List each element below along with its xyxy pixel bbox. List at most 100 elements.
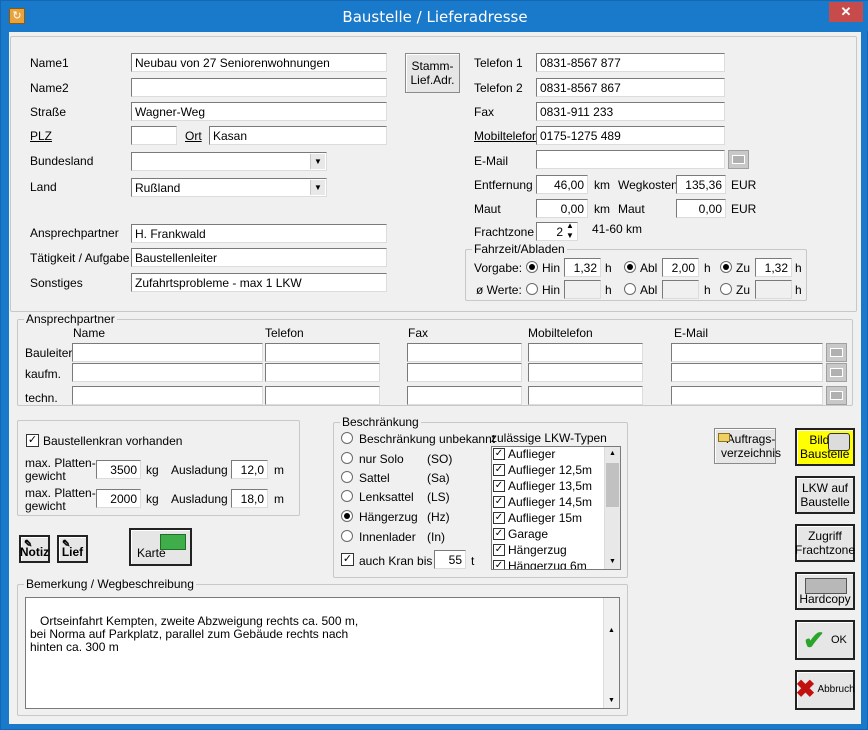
ok-button[interactable]: ✔ OK xyxy=(795,620,855,660)
wegkosten-field[interactable]: 135,36 xyxy=(676,175,726,194)
lkw-type-item[interactable]: ✓ Auflieger 12,5m xyxy=(492,463,620,479)
bauleiter-name-field[interactable] xyxy=(72,343,263,362)
ansprech-field[interactable]: H. Frankwald xyxy=(131,224,387,243)
lkw-checkbox[interactable]: ✓ xyxy=(493,464,505,476)
lkw-type-item[interactable]: ✓ Auflieger 14,5m xyxy=(492,495,620,511)
lkw-list-scrollbar[interactable]: ▲ ▼ xyxy=(604,447,620,569)
stamm-lief-adr-button[interactable]: Stamm- Lief.Adr. xyxy=(405,53,460,93)
lkw-checkbox[interactable]: ✓ xyxy=(493,448,505,460)
bilder-baustelle-button[interactable]: Bilder Baustelle xyxy=(795,428,855,466)
strasse-field[interactable]: Wagner-Weg xyxy=(131,102,387,121)
maut-eur-field[interactable]: 0,00 xyxy=(676,199,726,218)
scroll-up-icon[interactable]: ▲ xyxy=(604,624,619,638)
werte-zu-radio[interactable] xyxy=(720,283,732,295)
abbruch-button[interactable]: ✖ Abbruch xyxy=(795,670,855,710)
techn-name-field[interactable] xyxy=(72,386,263,405)
karte-button[interactable]: Karte xyxy=(129,528,192,566)
werte-hin-radio[interactable] xyxy=(526,283,538,295)
bauleiter-email-field[interactable] xyxy=(671,343,823,362)
zugriff-frachtzone-button[interactable]: Zugriff Frachtzone xyxy=(795,524,855,562)
vorgabe-abl-radio[interactable] xyxy=(624,261,636,273)
max-gewicht-2-field[interactable]: 2000 xyxy=(96,489,141,508)
email-field[interactable] xyxy=(536,150,725,169)
sattel-radio[interactable] xyxy=(341,471,353,483)
name1-field[interactable]: Neubau von 27 Seniorenwohnungen xyxy=(131,53,387,72)
bauleiter-mobil-field[interactable] xyxy=(528,343,643,362)
auftragsverzeichnis-button[interactable]: Auftrags- verzeichnis xyxy=(714,428,781,464)
techn-telefon-field[interactable] xyxy=(265,386,380,405)
techn-mail-button[interactable] xyxy=(826,386,847,405)
ausladung-1-field[interactable]: 12,0 xyxy=(231,460,268,479)
lkw-type-item[interactable]: ✓ Hängerzug 6m xyxy=(492,559,620,569)
bauleiter-mail-button[interactable] xyxy=(826,343,847,362)
bundesland-select[interactable]: ▼ xyxy=(131,152,327,171)
notiz-button[interactable]: ✎ Notiz xyxy=(19,535,50,563)
scroll-thumb[interactable] xyxy=(606,463,619,507)
kaufm-mail-button[interactable] xyxy=(826,363,847,382)
lief-button[interactable]: ✎ Lief xyxy=(57,535,88,563)
lkw-checkbox[interactable]: ✓ xyxy=(493,544,505,556)
techn-mobil-field[interactable] xyxy=(528,386,643,405)
chevron-down-icon[interactable]: ▼ xyxy=(310,154,325,169)
vorgabe-zu-radio[interactable] xyxy=(720,261,732,273)
lkw-type-item[interactable]: ✓ Garage xyxy=(492,527,620,543)
haengerzug-radio[interactable] xyxy=(341,510,353,522)
lkw-type-item[interactable]: ✓ Auflieger xyxy=(492,447,620,463)
lkw-type-item[interactable]: ✓ Auflieger 13,5m xyxy=(492,479,620,495)
tel2-field[interactable]: 0831-8567 867 xyxy=(536,78,725,97)
mobil-field[interactable]: 0175-1275 489 xyxy=(536,126,725,145)
entfernung-field[interactable]: 46,00 xyxy=(536,175,588,194)
sonstiges-field[interactable]: Zufahrtsprobleme - max 1 LKW xyxy=(131,273,387,292)
werte-abl-radio[interactable] xyxy=(624,283,636,295)
ort-field[interactable]: Kasan xyxy=(209,126,387,145)
bauleiter-telefon-field[interactable] xyxy=(265,343,380,362)
lkw-checkbox[interactable]: ✓ xyxy=(493,528,505,540)
kaufm-email-field[interactable] xyxy=(671,363,823,382)
taetigkeit-field[interactable]: Baustellenleiter xyxy=(131,248,387,267)
ausladung-2-field[interactable]: 18,0 xyxy=(231,489,268,508)
scroll-down-icon[interactable]: ▼ xyxy=(604,694,619,708)
kaufm-mobil-field[interactable] xyxy=(528,363,643,382)
spin-arrows-icon[interactable]: ▲ ▼ xyxy=(566,221,574,241)
name2-field[interactable] xyxy=(131,78,387,97)
bauleiter-fax-field[interactable] xyxy=(407,343,522,362)
lkw-checkbox[interactable]: ✓ xyxy=(493,560,505,569)
kaufm-telefon-field[interactable] xyxy=(265,363,380,382)
techn-fax-field[interactable] xyxy=(407,386,522,405)
kaufm-name-field[interactable] xyxy=(72,363,263,382)
chevron-down-icon[interactable]: ▼ xyxy=(310,180,325,195)
bemerkung-textarea[interactable]: Ortseinfahrt Kempten, zweite Abzweigung … xyxy=(25,597,620,709)
solo-radio[interactable] xyxy=(341,452,353,464)
baustellenkran-checkbox[interactable]: ✓ xyxy=(26,434,39,447)
innenlader-radio[interactable] xyxy=(341,530,353,542)
techn-email-field[interactable] xyxy=(671,386,823,405)
auch-kran-checkbox[interactable]: ✓ xyxy=(341,553,354,566)
lkw-checkbox[interactable]: ✓ xyxy=(493,496,505,508)
hardcopy-button[interactable]: Hardcopy xyxy=(795,572,855,610)
scroll-down-icon[interactable]: ▼ xyxy=(605,555,620,569)
lenksattel-radio[interactable] xyxy=(341,490,353,502)
lkw-checkbox[interactable]: ✓ xyxy=(493,512,505,524)
land-select[interactable]: Rußland ▼ xyxy=(131,178,327,197)
vorgabe-zu-field[interactable]: 1,32 xyxy=(755,258,792,277)
vorgabe-hin-radio[interactable] xyxy=(526,261,538,273)
vorgabe-abl-field[interactable]: 2,00 xyxy=(662,258,699,277)
lkw-type-item[interactable]: ✓ Hängerzug xyxy=(492,543,620,559)
scroll-up-icon[interactable]: ▲ xyxy=(605,447,620,461)
unbekannt-radio[interactable] xyxy=(341,432,353,444)
bemerkung-scrollbar[interactable]: ▲ ▼ xyxy=(603,598,619,708)
kran-bis-field[interactable]: 55 xyxy=(434,550,466,569)
tel1-field[interactable]: 0831-8567 877 xyxy=(536,53,725,72)
plz-field[interactable] xyxy=(131,126,177,145)
max-gewicht-1-field[interactable]: 3500 xyxy=(96,460,141,479)
maut-km-field[interactable]: 0,00 xyxy=(536,199,588,218)
send-mail-button[interactable] xyxy=(728,150,749,169)
vorgabe-hin-field[interactable]: 1,32 xyxy=(564,258,601,277)
close-button[interactable]: ✕ xyxy=(829,2,863,22)
lkw-auf-baustelle-button[interactable]: LKW auf Baustelle xyxy=(795,476,855,514)
lkw-type-item[interactable]: ✓ Auflieger 15m xyxy=(492,511,620,527)
lkw-checkbox[interactable]: ✓ xyxy=(493,480,505,492)
fax-field[interactable]: 0831-911 233 xyxy=(536,102,725,121)
lkw-typen-list[interactable]: ✓ Auflieger ✓ Auflieger 12,5m ✓ Auflieger 1… xyxy=(491,446,621,570)
kaufm-fax-field[interactable] xyxy=(407,363,522,382)
